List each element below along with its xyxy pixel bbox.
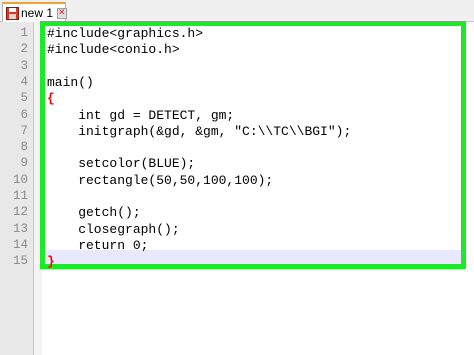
tab-new-1[interactable]: new 1 ✕ [2, 2, 67, 22]
code-line[interactable]: return 0; [47, 238, 148, 253]
code-line[interactable]: #include<graphics.h> [47, 26, 203, 41]
line-number: 12 [12, 205, 28, 220]
line-number: 13 [12, 221, 28, 236]
tab-bar: new 1 ✕ [0, 0, 474, 22]
code-line[interactable]: setcolor(BLUE); [47, 156, 195, 171]
line-number: 11 [12, 189, 28, 203]
code-line[interactable]: { [47, 91, 55, 106]
line-number: 6 [20, 107, 28, 122]
code-line[interactable]: rectangle(50,50,100,100); [47, 173, 273, 188]
code-line[interactable]: main() [47, 75, 94, 90]
line-number: 9 [20, 156, 28, 171]
code-line[interactable]: #include<conio.h> [47, 42, 180, 57]
code-line[interactable]: } [47, 254, 55, 269]
tab-label: new 1 [21, 6, 54, 20]
line-number: 7 [20, 123, 28, 138]
code-line[interactable]: closegraph(); [47, 222, 179, 237]
line-number: 1 [20, 26, 28, 40]
code-line[interactable]: initgraph(&gd, &gm, "C:\\TC\\BGI"); [47, 124, 351, 139]
line-number: 5 [20, 91, 28, 106]
line-number: 8 [20, 140, 28, 155]
code-line[interactable]: int gd = DETECT, gm; [47, 108, 234, 123]
close-icon[interactable]: ✕ [57, 7, 67, 19]
line-number: 15 [12, 254, 28, 269]
notepad-plus-plus-window: new 1 ✕ 1 2 3 4 5 6 7 8 9 10 11 12 13 14 15 #include<gr… [0, 0, 474, 355]
line-number: 14 [12, 237, 28, 252]
line-number: 10 [12, 172, 28, 187]
line-number: 2 [20, 42, 28, 57]
fold-margin [34, 22, 42, 355]
code-line[interactable]: getch(); [47, 205, 140, 220]
save-disk-icon [6, 6, 19, 20]
line-number: 4 [20, 74, 28, 89]
line-number: 3 [20, 58, 28, 73]
